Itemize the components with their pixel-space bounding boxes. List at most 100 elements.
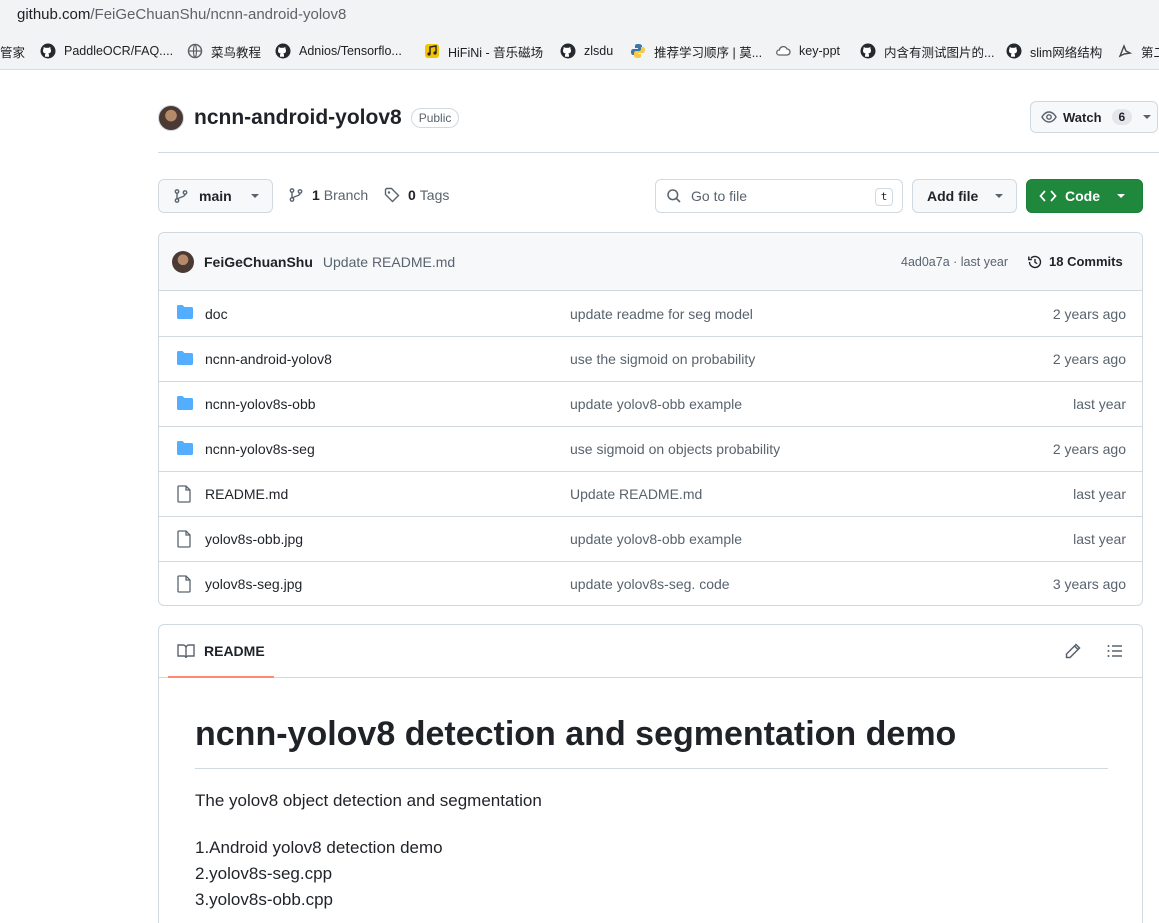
add-file-button[interactable]: Add file [912, 179, 1017, 213]
folder-icon [176, 350, 194, 366]
repo-page: ncnn-android-yolov8 Public Watch 6 main … [0, 83, 1159, 923]
folder-icon [176, 304, 194, 320]
commit-author-avatar[interactable] [172, 250, 194, 273]
eye-icon [1041, 109, 1057, 125]
file-name[interactable]: yolov8s-seg.jpg [205, 576, 302, 592]
bookmark-4[interactable]: HiFiNi - 音乐磁场 [424, 42, 543, 60]
file-name[interactable]: yolov8s-obb.jpg [205, 531, 303, 547]
globe-icon [187, 43, 203, 59]
file-commit-message[interactable]: Update README.md [570, 486, 702, 502]
search-icon [666, 188, 682, 204]
chevron-down-icon [250, 188, 260, 204]
repo-header: ncnn-android-yolov8 Public [158, 103, 460, 133]
code-label: Code [1065, 188, 1100, 204]
file-age: 2 years ago [1052, 351, 1126, 367]
bookmark-5[interactable]: zlsdu [560, 42, 613, 60]
commit-sha-time[interactable]: 4ad0a7a · last year [901, 255, 1008, 269]
code-icon [1039, 188, 1057, 204]
bookmark-0[interactable]: 管家 [0, 42, 25, 60]
bookmark-10[interactable]: 第二 [1117, 42, 1159, 60]
bookmark-8[interactable]: 内含有测试图片的... [860, 42, 994, 60]
commits-count: 18 Commits [1049, 254, 1123, 269]
file-commit-message[interactable]: update yolov8s-seg. code [570, 576, 730, 592]
folder-icon [176, 395, 194, 411]
bookmark-label: slim网络结构 [1030, 45, 1103, 60]
go-to-file-placeholder: Go to file [691, 188, 748, 204]
readme-heading: ncnn-yolov8 detection and segmentation d… [195, 715, 957, 753]
file-row[interactable]: ncnn-yolov8s-seg use sigmoid on objects … [159, 426, 1142, 471]
file-row[interactable]: yolov8s-seg.jpg update yolov8s-seg. code… [159, 561, 1142, 605]
commit-message[interactable]: Update README.md [323, 254, 455, 270]
github-icon [560, 43, 576, 59]
latest-commit-bar: FeiGeChuanShu Update README.md 4ad0a7a ·… [159, 233, 1142, 291]
file-icon [176, 575, 192, 593]
bookmark-label: key-ppt [799, 44, 840, 58]
file-age: last year [1073, 396, 1126, 412]
owner-avatar[interactable] [158, 105, 184, 131]
readme-list-item: 3.yolov8s-obb.cpp [195, 890, 333, 909]
branch-icon [173, 188, 189, 204]
file-row[interactable]: README.md Update README.md last year [159, 471, 1142, 516]
file-commit-message[interactable]: update readme for seg model [570, 306, 753, 322]
code-button[interactable]: Code [1026, 179, 1143, 213]
chevron-down-icon [994, 188, 1004, 204]
github-icon [1006, 43, 1022, 59]
tab-readme[interactable]: README [168, 625, 274, 678]
tag-label: Tags [419, 187, 450, 203]
header-divider [158, 152, 1159, 153]
commits-link[interactable]: 18 Commits [1027, 254, 1123, 270]
visibility-badge: Public [410, 108, 460, 128]
bookmark-label: HiFiNi - 音乐磁场 [448, 45, 544, 60]
music-icon [424, 43, 440, 59]
file-commit-message[interactable]: update yolov8-obb example [570, 396, 742, 412]
file-row[interactable]: doc update readme for seg model 2 years … [159, 291, 1142, 336]
readme-list-item: 1.Android yolov8 detection demo [195, 838, 443, 857]
file-commit-message[interactable]: use sigmoid on objects probability [570, 441, 780, 457]
bookmark-1[interactable]: PaddleOCR/FAQ.... [40, 42, 173, 60]
file-name[interactable]: README.md [205, 486, 288, 502]
file-name[interactable]: ncnn-yolov8s-obb [205, 396, 316, 412]
readme-tab-label: README [204, 642, 265, 659]
bookmark-2[interactable]: 菜鸟教程 [187, 42, 261, 60]
commit-author[interactable]: FeiGeChuanShu [204, 254, 313, 270]
heading-rule [195, 768, 1108, 769]
watch-label: Watch [1063, 109, 1102, 125]
readme-list-item: 2.yolov8s-seg.cpp [195, 864, 333, 883]
file-name[interactable]: ncnn-yolov8s-seg [205, 441, 315, 457]
branch-count: 1 [312, 187, 320, 203]
address-url[interactable]: github.com/FeiGeChuanShu/ncnn-android-yo… [17, 6, 346, 23]
readme-panel: README ncnn-yolov8 detection and segment… [158, 624, 1143, 923]
file-row[interactable]: ncnn-yolov8s-obb update yolov8-obb examp… [159, 381, 1142, 426]
file-row[interactable]: yolov8s-obb.jpg update yolov8-obb exampl… [159, 516, 1142, 561]
bookmark-3[interactable]: Adnios/Tensorflo... [275, 42, 402, 60]
tag-icon [384, 187, 400, 203]
bookmark-6[interactable]: 推荐学习顺序 | 莫... [630, 42, 762, 60]
file-commit-message[interactable]: update yolov8-obb example [570, 531, 742, 547]
file-row[interactable]: ncnn-android-yolov8 use the sigmoid on p… [159, 336, 1142, 381]
go-to-file-input[interactable]: Go to file t [655, 179, 903, 213]
bookmark-label: 菜鸟教程 [211, 45, 262, 60]
list-icon[interactable] [1106, 642, 1124, 660]
browser-address-bar[interactable]: github.com/FeiGeChuanShu/ncnn-android-yo… [0, 0, 1159, 32]
branches-link[interactable]: 1 Branch [288, 187, 368, 203]
tag-count: 0 [408, 187, 416, 203]
file-browser: FeiGeChuanShu Update README.md 4ad0a7a ·… [158, 232, 1143, 606]
repo-name[interactable]: ncnn-android-yolov8 [194, 106, 402, 130]
file-name[interactable]: doc [205, 306, 228, 322]
bookmark-label: 第二 [1141, 45, 1159, 60]
file-age: last year [1073, 531, 1126, 547]
file-commit-message[interactable]: use the sigmoid on probability [570, 351, 755, 367]
watch-button[interactable]: Watch 6 [1030, 101, 1158, 133]
file-name[interactable]: ncnn-android-yolov8 [205, 351, 332, 367]
readme-tabbar: README [159, 625, 1142, 678]
github-icon [860, 43, 876, 59]
file-icon [176, 485, 192, 503]
bird-icon [1117, 43, 1133, 59]
bookmark-label: 推荐学习顺序 | 莫... [654, 45, 763, 60]
pencil-icon[interactable] [1064, 642, 1082, 660]
branch-selector[interactable]: main [158, 179, 273, 213]
branch-label: Branch [323, 187, 369, 203]
bookmark-7[interactable]: key-ppt [775, 42, 840, 60]
bookmark-9[interactable]: slim网络结构 [1006, 42, 1102, 60]
tags-link[interactable]: 0 Tags [384, 187, 449, 203]
